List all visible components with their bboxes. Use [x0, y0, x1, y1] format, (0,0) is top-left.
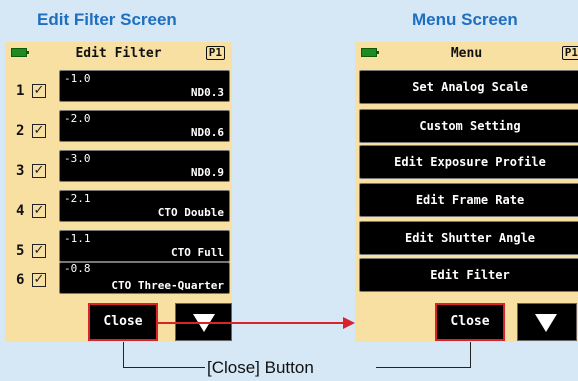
- filter-value: -2.0: [64, 112, 91, 125]
- menu-screen: Menu P1 Set Analog Scale Custom Setting …: [355, 42, 578, 342]
- filter-value: -1.0: [64, 72, 91, 85]
- filter-number: 2: [16, 123, 25, 139]
- screen-title: Edit Filter: [75, 46, 162, 61]
- filter-button[interactable]: -1.1 CTO Full: [59, 230, 230, 262]
- filter-value: -3.0: [64, 152, 91, 165]
- filter-button[interactable]: -1.0 ND0.3: [59, 70, 230, 102]
- checkbox-icon[interactable]: ✓: [32, 273, 46, 287]
- filter-number: 4: [16, 203, 25, 219]
- filter-number: 6: [16, 272, 25, 288]
- transition-arrow-line: [158, 322, 346, 324]
- checkbox-icon[interactable]: ✓: [32, 84, 46, 98]
- page-badge: P1: [205, 46, 225, 60]
- checkbox-icon[interactable]: ✓: [32, 164, 46, 178]
- close-button[interactable]: Close: [435, 303, 505, 341]
- callout-line: [123, 342, 124, 368]
- filter-name: ND0.3: [190, 86, 224, 99]
- close-button[interactable]: Close: [88, 303, 158, 341]
- filter-name: CTO Three-Quarter: [111, 279, 224, 292]
- menu-item-edit-shutter-angle[interactable]: Edit Shutter Angle: [359, 221, 578, 255]
- edit-filter-screen: Edit Filter P1 1 ✓ -1.0 ND0.3 2 ✓ -2.0 N…: [5, 42, 232, 342]
- filter-button[interactable]: -2.0 ND0.6: [59, 110, 230, 142]
- filter-value: -2.1: [64, 192, 91, 205]
- filter-value: -1.1: [64, 232, 91, 245]
- filter-button[interactable]: -3.0 ND0.9: [59, 150, 230, 182]
- page-badge: P1: [561, 46, 578, 60]
- screen-title: Menu: [450, 46, 483, 61]
- filter-name: CTO Double: [157, 206, 224, 219]
- filter-value: -0.8: [64, 262, 91, 275]
- menu-item-edit-filter[interactable]: Edit Filter: [359, 258, 578, 292]
- callout-line: [123, 367, 207, 368]
- filter-button[interactable]: -2.1 CTO Double: [59, 190, 230, 222]
- callout-line: [376, 367, 471, 368]
- filter-number: 5: [16, 243, 25, 259]
- menu-caption: Menu Screen: [412, 10, 518, 29]
- filter-number: 1: [16, 83, 25, 99]
- callout-line: [470, 342, 471, 368]
- filter-name: ND0.9: [190, 166, 224, 179]
- filter-name: CTO Full: [171, 246, 224, 259]
- filter-button[interactable]: -0.8 CTO Three-Quarter: [59, 262, 230, 294]
- close-button-callout-label: [Close] Button: [205, 358, 316, 378]
- filter-number: 3: [16, 163, 25, 179]
- checkbox-icon[interactable]: ✓: [32, 124, 46, 138]
- menu-item-set-analog-scale[interactable]: Set Analog Scale: [359, 70, 578, 104]
- down-arrow-icon[interactable]: [517, 303, 577, 341]
- menu-item-edit-frame-rate[interactable]: Edit Frame Rate: [359, 183, 578, 217]
- filter-name: ND0.6: [190, 126, 224, 139]
- checkbox-icon[interactable]: ✓: [32, 244, 46, 258]
- menu-item-edit-exposure-profile[interactable]: Edit Exposure Profile: [359, 145, 578, 179]
- checkbox-icon[interactable]: ✓: [32, 204, 46, 218]
- menu-item-custom-setting[interactable]: Custom Setting: [359, 109, 578, 143]
- arrow-right-icon: [343, 317, 355, 329]
- edit-filter-caption: Edit Filter Screen: [37, 10, 177, 29]
